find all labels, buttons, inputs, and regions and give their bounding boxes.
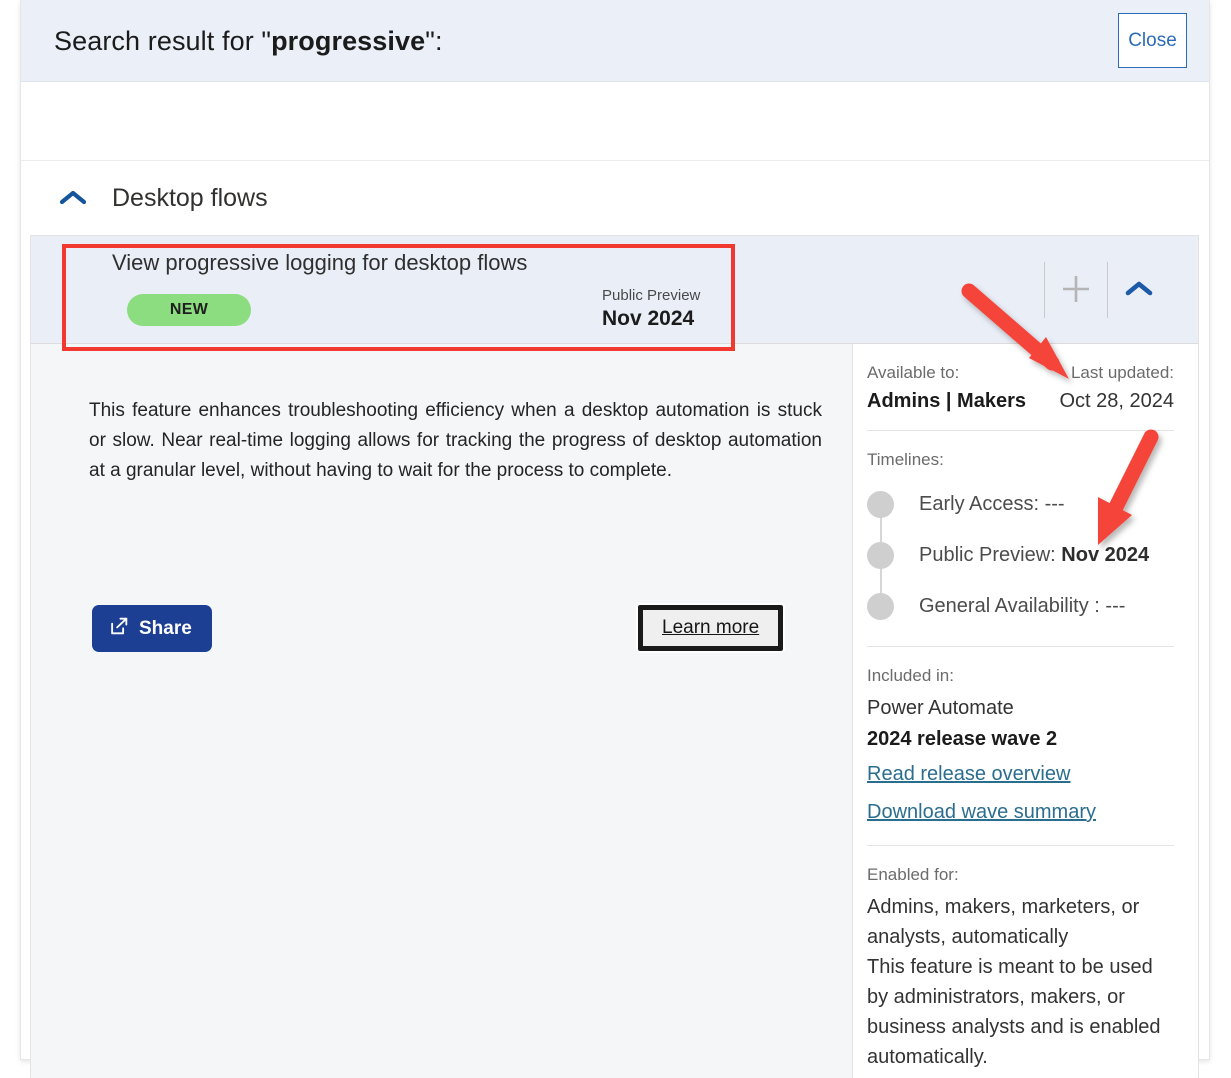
feature-action-row: Share Learn more bbox=[31, 603, 852, 665]
availability-labels: Available to: Last updated: bbox=[867, 360, 1174, 386]
enabled-for-audience: Admins, makers, marketers, or analysts, … bbox=[867, 896, 1140, 948]
feature-metadata-sidebar: Available to: Last updated: Admins | Mak… bbox=[853, 344, 1198, 1078]
feature-card-body: This feature enhances troubleshooting ef… bbox=[31, 344, 1198, 1078]
modal-header: Search result for "progressive": Close bbox=[21, 0, 1209, 82]
search-result-modal: Search result for "progressive": Close D… bbox=[20, 0, 1210, 1078]
feature-card-header-content: View progressive logging for desktop flo… bbox=[80, 236, 1198, 343]
download-wave-summary-link[interactable]: Download wave summary bbox=[867, 793, 1174, 831]
timelines-section: Timelines: Early Access: --- Public Prev… bbox=[867, 431, 1174, 647]
enabled-for-detail: This feature is meant to be used by admi… bbox=[867, 956, 1161, 1068]
page-title-suffix: ": bbox=[425, 26, 443, 56]
feature-phase-block: Public Preview Nov 2024 bbox=[602, 286, 700, 332]
add-button[interactable] bbox=[1045, 262, 1107, 318]
read-release-overview-link[interactable]: Read release overview bbox=[867, 755, 1174, 793]
timeline-item-early-access: Early Access: --- bbox=[867, 479, 1174, 530]
plus-icon bbox=[1059, 272, 1093, 309]
included-in-label: Included in: bbox=[867, 666, 954, 685]
page-title: Search result for "progressive": bbox=[54, 26, 443, 57]
timeline-list: Early Access: --- Public Preview: Nov 20… bbox=[867, 479, 1174, 632]
available-to-label: Available to: bbox=[867, 363, 960, 382]
timeline-item-name: General Availability : bbox=[919, 595, 1100, 617]
timeline-item-public-preview: Public Preview: Nov 2024 bbox=[867, 530, 1174, 581]
last-updated-label: Last updated: bbox=[1070, 363, 1174, 382]
public-preview-timeline-date: Nov 2024 bbox=[1061, 544, 1150, 566]
share-button[interactable]: Share bbox=[92, 605, 212, 652]
collapse-card-button[interactable] bbox=[1108, 262, 1170, 318]
timeline-item-text: General Availability : --- bbox=[919, 595, 1125, 618]
feature-description-pane: This feature enhances troubleshooting ef… bbox=[31, 344, 853, 1078]
search-result-modal-page: Search result for "progressive": Close D… bbox=[0, 0, 1231, 1078]
timeline-item-name: Early Access: bbox=[919, 493, 1040, 515]
included-release-wave: 2024 release wave 2 bbox=[867, 728, 1058, 750]
share-icon bbox=[108, 615, 130, 643]
page-title-prefix: Search result for " bbox=[54, 26, 272, 56]
last-updated-value: Oct 28, 2024 bbox=[1059, 390, 1174, 412]
feature-title: View progressive logging for desktop flo… bbox=[112, 250, 528, 275]
page-gutter-left bbox=[0, 0, 20, 1078]
feature-card: View progressive logging for desktop flo… bbox=[30, 235, 1199, 1078]
close-button[interactable]: Close bbox=[1118, 13, 1187, 68]
timeline-item-name: Public Preview: bbox=[919, 544, 1056, 566]
group-header-desktop-flows[interactable]: Desktop flows bbox=[21, 161, 1209, 235]
status-badge-new: NEW bbox=[127, 294, 251, 326]
timeline-dot-icon bbox=[867, 542, 894, 569]
chevron-up-icon[interactable] bbox=[56, 181, 90, 215]
availability-values: Admins | Makers Oct 28, 2024 bbox=[867, 386, 1174, 416]
availability-section: Available to: Last updated: Admins | Mak… bbox=[867, 344, 1174, 431]
page-title-query: progressive bbox=[271, 26, 426, 56]
feature-description: This feature enhances troubleshooting ef… bbox=[89, 400, 822, 481]
feature-card-header: View progressive logging for desktop flo… bbox=[31, 236, 1198, 344]
timeline-dot-icon bbox=[867, 491, 894, 518]
timeline-item-value: --- bbox=[1044, 493, 1065, 515]
feature-phase-label: Public Preview bbox=[602, 287, 701, 304]
feature-phase-date: Nov 2024 bbox=[602, 307, 695, 330]
chevron-up-icon bbox=[1125, 280, 1153, 300]
group-title: Desktop flows bbox=[112, 183, 268, 212]
included-in-section: Included in: Power Automate 2024 release… bbox=[867, 647, 1174, 846]
feature-card-actions bbox=[1044, 262, 1170, 318]
timelines-label: Timelines: bbox=[867, 450, 944, 469]
timeline-item-value: --- bbox=[1105, 595, 1126, 617]
timeline-dot-icon bbox=[867, 593, 894, 620]
included-product-name: Power Automate bbox=[867, 697, 1014, 719]
timeline-item-text: Early Access: --- bbox=[919, 493, 1065, 516]
timeline-item-general-availability: General Availability : --- bbox=[867, 581, 1174, 632]
enabled-for-label: Enabled for: bbox=[867, 865, 959, 884]
share-button-label: Share bbox=[139, 617, 192, 639]
timeline-item-text: Public Preview: Nov 2024 bbox=[919, 544, 1149, 567]
modal-subheader-band bbox=[21, 82, 1209, 161]
enabled-for-section: Enabled for: Admins, makers, marketers, … bbox=[867, 846, 1174, 1078]
available-to-value: Admins | Makers bbox=[867, 390, 1026, 412]
learn-more-button[interactable]: Learn more bbox=[635, 603, 786, 653]
learn-more-label: Learn more bbox=[662, 617, 760, 638]
